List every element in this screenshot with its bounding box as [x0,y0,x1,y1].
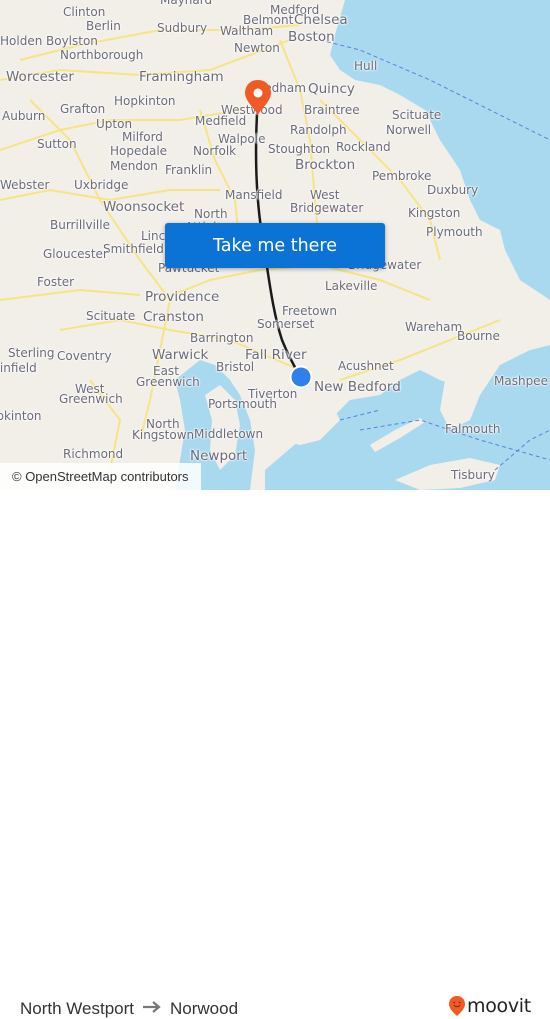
map-label: Maynard [160,0,213,7]
map-label: Clinton [63,5,106,19]
map-label: Acushnet [338,359,394,373]
map-label: Plymouth [426,225,483,239]
footer: North Westport Norwood moovit [0,490,550,1018]
map-label: Cranston [143,309,204,325]
map-label: Framingham [139,69,224,85]
map-label: Uxbridge [74,178,129,192]
map-label: Warwick [152,347,209,363]
map-label: Barrington [190,331,254,345]
map-label: New Bedford [314,379,401,395]
map-label: Wareham [405,320,463,334]
map-label: Quincy [308,81,355,97]
map-label: Greenwich [59,392,123,406]
map-label: Fall River [245,347,307,363]
map-label: Grafton [60,102,106,116]
moovit-wordmark: moovit [467,995,531,1017]
map-label: Waltham [220,24,274,38]
map-label: Richmond [63,447,124,461]
map-label: West [310,188,340,202]
map-label: Mashpee [494,374,548,388]
map-label: Gloucester [43,247,108,261]
map-label: Auburn [2,109,46,123]
map-label: Sterling [8,346,55,360]
map-label: Kingston [408,206,461,220]
map-label: Scituate [86,309,136,323]
map-label: Pembroke [372,169,432,183]
take-me-there-button[interactable]: Take me there [165,223,385,268]
map-label: Webster [0,178,50,192]
map-label: Upton [96,117,133,131]
route-title: North Westport Norwood [20,998,238,1019]
map-label: Kingstown [132,428,195,442]
map-label: Braintree [304,103,360,117]
map-label: Tisbury [451,468,495,482]
map-label: Freetown [282,304,337,318]
map-label: Berlin [86,19,121,33]
map-label: Bourne [457,329,500,343]
origin-name: North Westport [20,998,135,1018]
map-label: Franklin [165,163,213,177]
map-label: Smithfield [103,242,164,256]
map-label: Scituate [392,108,442,122]
map-label: Chelsea [294,12,348,28]
map[interactable]: Clinton Maynard Berlin Sudbury Medford Belmon… [0,0,550,490]
map-label: Hopkinton [114,94,176,108]
map-label: Norwell [386,123,432,137]
map-label: Portsmouth [208,397,277,411]
map-label: Brockton [295,157,356,173]
map-label: Somerset [257,317,315,331]
map-label: Falmouth [445,422,501,436]
destination-pin-icon[interactable] [243,79,273,117]
map-label: Bridgewater [290,201,364,215]
map-label: Mendon [110,159,158,173]
map-label: Burrillville [50,218,110,232]
map-label: Greenwich [136,375,200,389]
map-label: Middletown [194,427,264,441]
map-label: Woonsocket [103,199,185,215]
map-label: Mansfield [225,188,283,202]
map-label: Boylston [46,34,98,48]
map-label: Medfield [195,114,247,128]
map-label: Duxbury [427,183,479,197]
map-label: Hopkinton [0,409,42,423]
map-label: Sutton [37,137,77,151]
attribution-text: © OpenStreetMap contributors [12,469,189,484]
map-label: Hopedale [110,144,168,158]
map-label: Holden [0,34,43,48]
moovit-pin-icon [449,996,465,1016]
map-label: Boston [288,29,335,45]
map-label: Stoughton [268,142,331,156]
map-label: Coventry [57,349,112,363]
arrow-right-icon [142,998,162,1019]
map-label: Northborough [60,48,144,62]
map-label: Newport [190,448,248,464]
map-label: North [194,207,228,221]
origin-dot-icon[interactable] [288,364,314,390]
map-label: Hull [354,59,378,73]
map-label: Plainfield [0,361,37,375]
map-label: Norfolk [193,144,237,158]
destination-name: Norwood [170,998,239,1018]
moovit-logo[interactable]: moovit [448,995,531,1017]
map-label: Lakeville [325,279,378,293]
map-label: Randolph [290,123,347,137]
map-label: Worcester [6,69,74,85]
map-attribution[interactable]: © OpenStreetMap contributors [0,463,201,490]
map-label: Foster [37,275,75,289]
map-label: Milford [122,130,163,144]
map-label: Bristol [216,360,255,374]
map-label: Providence [145,289,220,305]
map-label: Sudbury [157,21,208,35]
map-label: Newton [234,41,280,55]
take-me-there-label: Take me there [212,235,338,256]
map-label: Rockland [336,140,391,154]
